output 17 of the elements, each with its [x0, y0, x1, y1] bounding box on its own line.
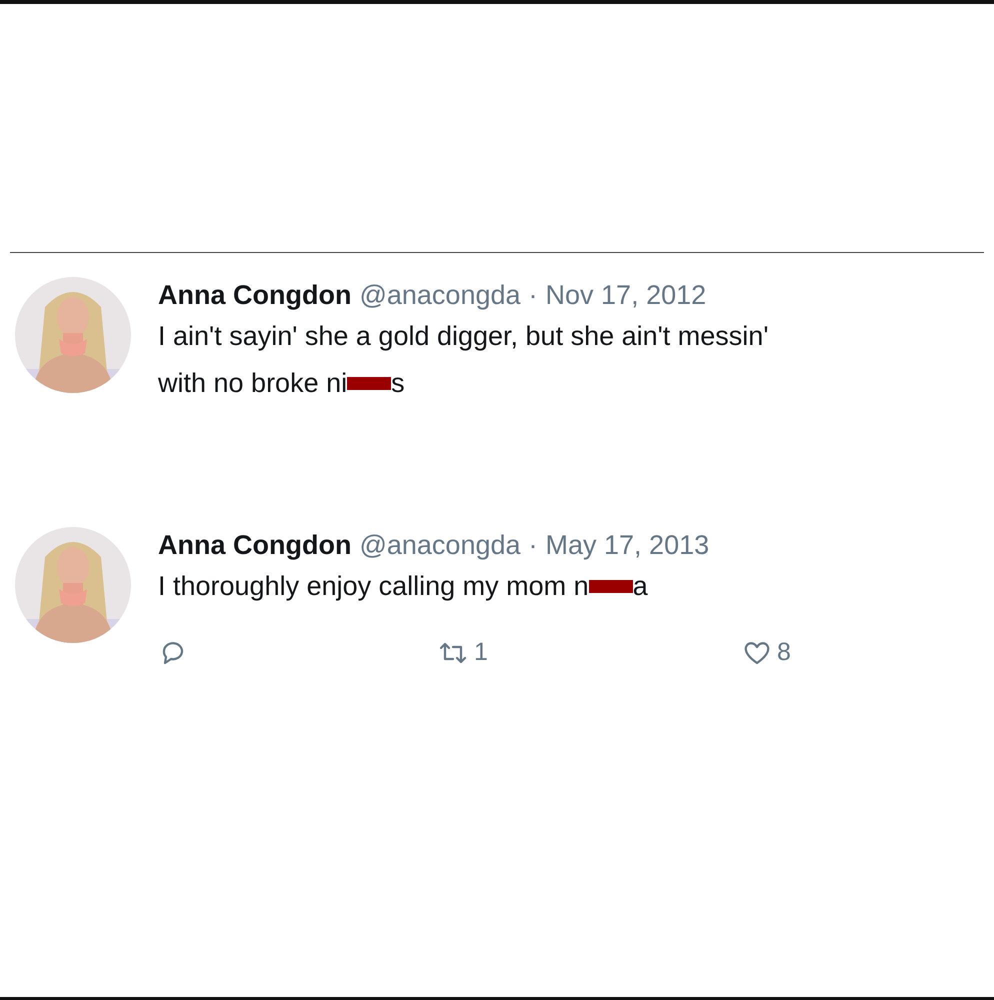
user-handle: @anacongda: [359, 279, 521, 312]
action-count: 1: [474, 638, 488, 667]
redaction-bar: [588, 580, 633, 593]
user-handle: @anacongda: [359, 529, 521, 562]
tweet-text: s: [391, 367, 405, 400]
tweet-date: May 17, 2013: [546, 529, 710, 562]
user-name: Anna Congdon: [158, 279, 352, 312]
tweet-text: I ain't sayin' she a gold digger, but she ain't messin': [158, 320, 768, 353]
redaction-bar: [347, 377, 392, 390]
tweet-text: I thoroughly enjoy calling my mom n: [158, 570, 589, 603]
separator-dot: ·: [528, 279, 538, 312]
tweet-text: with no broke ni: [158, 367, 348, 400]
action-count: 8: [777, 638, 791, 667]
tweet-date: Nov 17, 2012: [546, 279, 706, 312]
user-name: Anna Congdon: [158, 529, 352, 562]
separator-dot: ·: [528, 529, 538, 562]
tweet-text: a: [632, 570, 648, 603]
